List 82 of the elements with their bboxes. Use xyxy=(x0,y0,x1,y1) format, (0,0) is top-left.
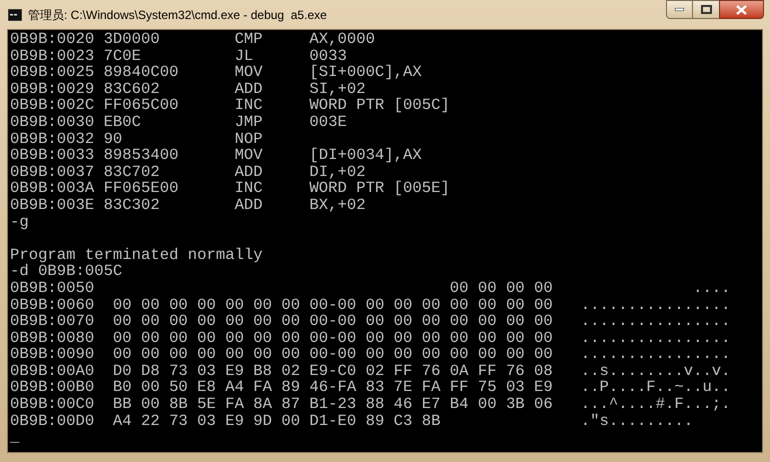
console-text: -g xyxy=(10,214,29,230)
address: 0B9B:0030 xyxy=(10,114,96,131)
window-title: 管理员: C:\Windows\System32\cmd.exe - debug a5.exe xyxy=(28,6,327,24)
hex-bytes: B0 00 50 E8 A4 FA 89 46-FA 83 7E FA FF 75 03 E9 xyxy=(112,379,554,396)
mnemonic: ADD xyxy=(234,164,264,180)
hex-bytes: 00 00 00 00 00 00 00 00-00 00 00 00 00 00 00 00 xyxy=(112,330,554,346)
minimize-icon xyxy=(675,8,684,11)
operands: WORD PTR [005E] xyxy=(309,180,450,197)
address: 0B9B:0050 xyxy=(10,280,96,296)
address: 0B9B:0023 xyxy=(10,48,96,64)
minimize-button[interactable] xyxy=(666,0,693,19)
mnemonic: JMP xyxy=(234,114,264,131)
ascii-dump: .... xyxy=(692,280,731,296)
machine-code: 83C302 xyxy=(104,196,161,214)
operands: DI,+02 xyxy=(309,164,366,180)
address: 0B9B:0060 xyxy=(10,296,96,314)
operands: 003E xyxy=(309,114,347,131)
mnemonic: INC xyxy=(234,180,264,197)
machine-code: 89853400 xyxy=(104,147,180,164)
ascii-dump: ................ xyxy=(580,330,731,346)
hex-bytes: A4 22 73 03 E9 9D 00 D1-E0 89 C3 8B xyxy=(112,412,442,430)
address: 0B9B:0070 xyxy=(10,313,96,330)
hex-bytes: D0 D8 73 03 E9 B8 02 E9-C0 02 FF 76 0A FF 76 08 xyxy=(112,362,554,380)
ascii-dump: ..P....F..~..u.. xyxy=(580,379,731,396)
mnemonic: NOP xyxy=(234,130,264,148)
operands: SI,+02 xyxy=(309,80,366,98)
address: 0B9B:003A xyxy=(10,180,96,197)
restore-icon xyxy=(700,5,712,14)
ascii-dump: ...^....#.F...;. xyxy=(580,396,731,413)
machine-code: 90 xyxy=(104,130,124,148)
console-text: Program terminated normally xyxy=(10,246,263,264)
address: 0B9B:0029 xyxy=(10,80,96,98)
address: 0B9B:002C xyxy=(10,97,96,114)
close-icon xyxy=(736,4,747,14)
machine-code: 83C702 xyxy=(104,164,161,180)
machine-code: FF065E00 xyxy=(104,180,180,197)
hex-bytes: 00 00 00 00 00 00 00 00-00 00 00 00 00 00 00 00 xyxy=(112,296,554,314)
address: 0B9B:0025 xyxy=(10,64,96,81)
close-button[interactable] xyxy=(719,0,764,19)
ascii-dump: ..s........v..v. xyxy=(580,362,731,380)
console-icon xyxy=(8,8,22,20)
console-text: _ xyxy=(10,429,20,446)
machine-code: 3D0000 xyxy=(104,31,161,48)
address: 0B9B:0080 xyxy=(10,330,96,346)
hex-bytes: 00 00 00 00 xyxy=(448,280,554,296)
machine-code: FF065C00 xyxy=(104,97,180,114)
mnemonic: ADD xyxy=(234,196,264,214)
mnemonic: INC xyxy=(234,97,264,114)
address: 0B9B:0032 xyxy=(10,130,96,148)
operands: BX,+02 xyxy=(309,196,366,214)
operands: AX,0000 xyxy=(309,31,375,48)
operands: WORD PTR [005C] xyxy=(309,97,450,114)
ascii-dump: ................ xyxy=(580,313,731,330)
machine-code: 7C0E xyxy=(104,48,142,64)
hex-bytes: BB 00 8B 5E FA 8A 87 B1-23 88 46 E7 B4 00 3B 06 xyxy=(112,396,554,413)
address: 0B9B:00B0 xyxy=(10,379,96,396)
operands: [SI+000C],AX xyxy=(309,64,422,81)
hex-bytes: 00 00 00 00 00 00 00 00-00 00 00 00 00 00 00 00 xyxy=(112,346,554,363)
mnemonic: CMP xyxy=(234,31,264,48)
machine-code: 89840C00 xyxy=(104,64,180,81)
address: 0B9B:0020 xyxy=(10,31,96,48)
operands: 0033 xyxy=(309,48,347,64)
machine-code: EB0C xyxy=(104,114,142,131)
mnemonic: JL xyxy=(234,48,254,64)
console-text: -d 0B9B:005C xyxy=(10,263,122,280)
address: 0B9B:0033 xyxy=(10,147,96,164)
machine-code: 83C602 xyxy=(104,80,161,98)
address: 0B9B:0090 xyxy=(10,346,96,363)
mnemonic: ADD xyxy=(234,80,264,98)
address: 0B9B:00D0 xyxy=(10,412,96,430)
address: 0B9B:003E xyxy=(10,196,96,214)
ascii-dump: ................ xyxy=(580,346,731,363)
operands: [DI+0034],AX xyxy=(309,147,422,164)
address: 0B9B:00A0 xyxy=(10,362,96,380)
address: 0B9B:00C0 xyxy=(10,396,96,413)
maximize-button[interactable] xyxy=(693,0,719,19)
mnemonic: MOV xyxy=(234,147,264,164)
mnemonic: MOV xyxy=(234,64,264,81)
hex-bytes: 00 00 00 00 00 00 00 00-00 00 00 00 00 00 00 00 xyxy=(112,313,554,330)
ascii-dump: ."s......... xyxy=(580,412,694,430)
ascii-dump: ................ xyxy=(580,296,731,314)
address: 0B9B:0037 xyxy=(10,164,96,180)
